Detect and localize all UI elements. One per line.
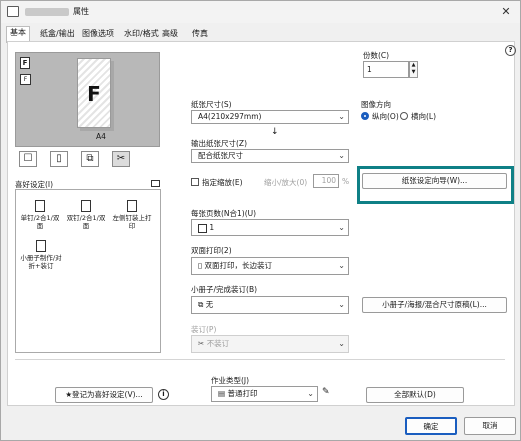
booklet-select[interactable]: ⧉ 无 ⌄	[191, 296, 349, 314]
fav-item-booklet[interactable]: 小册子制作/对折+装订	[18, 240, 64, 270]
info-icon[interactable]: i	[158, 389, 169, 400]
preview-paper-label: A4	[96, 132, 106, 141]
copies-input[interactable]: 1	[363, 61, 409, 78]
booklet-value: 无	[205, 300, 214, 309]
fav-item-left-staple[interactable]: 左侧钉装上打印	[110, 200, 154, 230]
paper-size-value: A4(210x297mm)	[198, 112, 262, 121]
close-icon[interactable]: ✕	[498, 4, 514, 20]
page-thumbnail: F	[77, 58, 111, 128]
multi-page-icon[interactable]: ⧉	[81, 151, 99, 167]
staple-select[interactable]: ✂ 不装订 ⌄	[191, 335, 349, 353]
divider	[15, 359, 505, 360]
chevron-down-icon: ⌄	[338, 112, 345, 121]
landscape-label[interactable]: 横向(L)	[411, 111, 436, 122]
orientation-label: 图像方向	[361, 100, 391, 109]
blank-page-icon[interactable]: ☐	[19, 151, 37, 167]
booklet-page-icon[interactable]: ▯	[50, 151, 68, 167]
portrait-label[interactable]: 纵向(O)	[372, 111, 399, 122]
fav-item-double-staple[interactable]: 双钉/2合1/双面	[64, 200, 108, 230]
chevron-down-icon: ⌄	[338, 261, 345, 270]
duplex-label: 双面打印(2)	[191, 246, 232, 255]
output-size-value: 配合纸张尺寸	[198, 151, 243, 160]
zoom-unit: %	[342, 177, 350, 186]
help-icon[interactable]: ?	[505, 45, 516, 56]
copies-label: 份数(C)	[363, 51, 390, 60]
output-size-label: 输出纸张尺寸(Z)	[191, 139, 247, 148]
chevron-down-icon: ⌄	[338, 223, 345, 232]
chevron-down-icon: ⌄	[338, 151, 345, 160]
page-preview: F F F A4	[15, 52, 160, 147]
landscape-radio[interactable]	[400, 112, 408, 120]
tab-fax[interactable]: 传真	[189, 28, 211, 42]
staple-label: 装订(P)	[191, 325, 217, 334]
nup-value: 1	[209, 223, 215, 232]
document-icon	[81, 200, 91, 212]
portrait-f-icon: F	[20, 57, 30, 69]
zoom-ratio-label: 缩小/放大(0)	[264, 178, 308, 187]
pencil-icon[interactable]: ✎	[322, 387, 330, 397]
favorites-menu-icon[interactable]	[151, 180, 160, 187]
zoom-input[interactable]: 100	[313, 174, 339, 188]
print-doc-icon: ▤	[218, 389, 226, 398]
multi-page-icon: ⧉	[198, 300, 204, 309]
copies-spinner[interactable]: ▲ ▼	[409, 61, 418, 78]
rotate-f-icon: F	[20, 74, 31, 85]
output-size-select[interactable]: 配合纸张尺寸 ⌄	[191, 149, 349, 163]
booklet-icon	[36, 240, 46, 252]
portrait-radio[interactable]	[361, 112, 369, 120]
job-type-label: 作业类型(J)	[211, 376, 250, 385]
staple-tool-icon[interactable]: ✂	[112, 151, 130, 167]
register-favorite-label: 登记为喜好设定(V)...	[72, 390, 143, 399]
register-favorite-button[interactable]: ★登记为喜好设定(V)...	[55, 387, 153, 403]
tab-image-options[interactable]: 图像选项	[79, 28, 117, 42]
properties-dialog: 属性 ✕ 基本 纸盒/输出 图像选项 水印/格式 高级 传真 ? 份数(C) 1…	[0, 0, 521, 441]
duplex-page-icon: ▯	[198, 261, 203, 270]
printer-name-redacted	[25, 8, 69, 16]
job-type-value: 普通打印	[227, 389, 258, 398]
zoom-checkbox-label[interactable]: 指定缩放(E)	[202, 177, 243, 188]
document-icon	[127, 200, 137, 212]
staple-value: 不装订	[206, 339, 230, 348]
window-title: 属性	[73, 7, 89, 16]
duplex-select[interactable]: ▯ 双面打印，长边装订 ⌄	[191, 257, 349, 275]
nup-label: 每张页数(N合1)(U)	[191, 209, 257, 218]
fav-item-single-staple[interactable]: 单钉/2合1/双面	[18, 200, 62, 230]
document-icon	[35, 200, 45, 212]
cancel-button[interactable]: 取消	[464, 417, 516, 435]
ok-button[interactable]: 确定	[405, 417, 457, 435]
printer-icon	[7, 6, 19, 17]
page-icon	[198, 223, 207, 233]
paper-guide-button[interactable]: 纸张设定向导(W)...	[362, 173, 507, 189]
spin-up-icon[interactable]: ▲	[410, 62, 417, 69]
zoom-checkbox[interactable]	[191, 178, 199, 186]
title-bar: 属性 ✕	[1, 1, 520, 23]
tab-watermark-format[interactable]: 水印/格式	[121, 28, 162, 42]
tab-tray-output[interactable]: 纸盒/输出	[37, 28, 78, 42]
booklet-label: 小册子/完成装订(B)	[191, 285, 258, 294]
nup-select[interactable]: 1 ⌄	[191, 219, 349, 236]
page-letter: F	[87, 82, 101, 106]
job-type-select[interactable]: ▤ 普通打印 ⌄	[211, 386, 318, 402]
tab-advanced[interactable]: 高级	[159, 28, 181, 42]
duplex-value: 双面打印，长边装订	[204, 261, 273, 270]
chevron-down-icon: ⌄	[338, 339, 345, 348]
chevron-down-icon: ⌄	[338, 300, 345, 309]
tab-bar: 基本 纸盒/输出 图像选项 水印/格式 高级 传真	[1, 25, 520, 43]
down-arrow-icon: ↓	[271, 127, 279, 137]
favorites-list[interactable]: 单钉/2合1/双面 双钉/2合1/双面 左侧钉装上打印 小册子制作/对折+装订	[15, 189, 161, 353]
paper-size-select[interactable]: A4(210x297mm) ⌄	[191, 110, 349, 124]
spin-down-icon[interactable]: ▼	[410, 69, 417, 76]
staple-tool-icon: ✂	[198, 339, 205, 348]
paper-size-label: 纸张尺寸(S)	[191, 100, 232, 109]
restore-defaults-button[interactable]: 全部默认(D)	[366, 387, 464, 403]
booklet-poster-button[interactable]: 小册子/海报/混合尺寸原稿(L)...	[362, 297, 507, 313]
chevron-down-icon: ⌄	[307, 389, 314, 398]
